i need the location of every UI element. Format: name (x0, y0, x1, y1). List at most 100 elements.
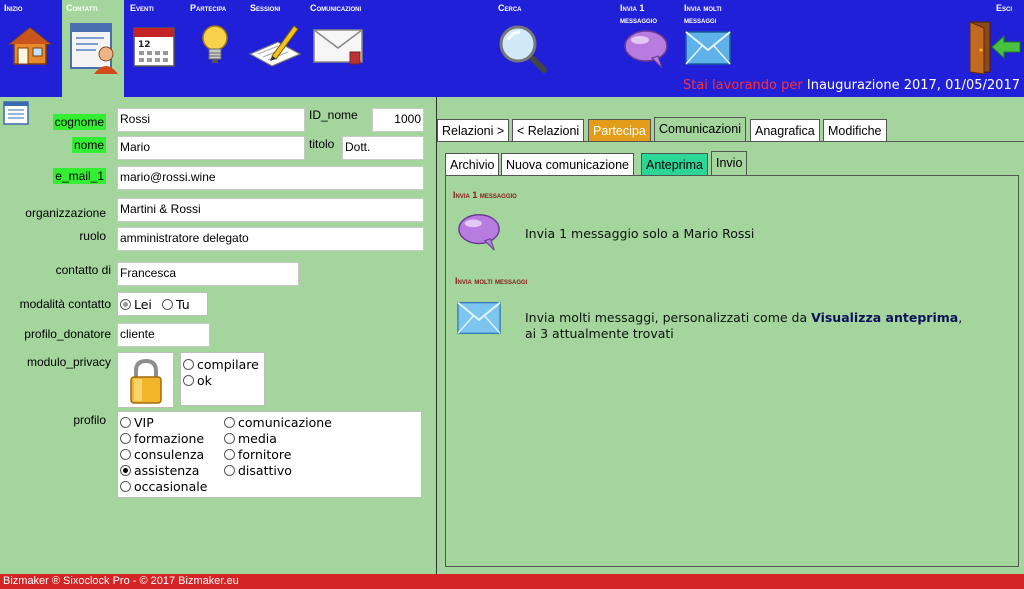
nav-invia-1-messaggio[interactable]: Invia 1 messaggio (616, 0, 678, 97)
privacy-compilare-option[interactable]: compilare (183, 357, 259, 372)
radio-formazione[interactable] (120, 433, 131, 444)
radio-assistenza[interactable] (120, 465, 131, 476)
id-nome-label: ID_nome (309, 108, 358, 122)
titolo-field[interactable]: Dott. (342, 136, 424, 160)
nav-inviamolti-label-2: messaggi (684, 15, 717, 25)
radio-occasionale[interactable] (120, 481, 131, 492)
nav-eventi[interactable]: Eventi 12 (126, 0, 184, 97)
profilo-comunicazione-option[interactable]: comunicazione (224, 415, 332, 430)
contatto-di-label: contatto di (55, 263, 111, 277)
profilo-disattivo-option[interactable]: disattivo (224, 463, 292, 478)
profilo-occasionale-label: occasionale (134, 479, 208, 494)
cognome-label: cognome (52, 114, 106, 130)
profilo-media-option[interactable]: media (224, 431, 277, 446)
tab-comunicazioni[interactable]: Comunicazioni (654, 117, 746, 142)
invia-molti-text-post: , (958, 310, 963, 325)
profilo-group: VIP formazione consulenza assistenza occ… (117, 411, 422, 498)
tab-anteprima[interactable]: Anteprima (641, 153, 708, 175)
blue-envelope-icon (685, 31, 731, 65)
email-field[interactable]: mario@rossi.wine (117, 166, 424, 190)
nav-contatti-label: Contatti (66, 3, 98, 13)
profilo-occasionale-option[interactable]: occasionale (120, 479, 207, 494)
profilo-donatore-field[interactable]: cliente (117, 323, 210, 347)
tab-archivio[interactable]: Archivio (445, 153, 500, 175)
nav-partecipa[interactable]: Partecipa (186, 0, 244, 97)
radio-fornitore[interactable] (224, 449, 235, 460)
profilo-fornitore-label: fornitore (238, 447, 292, 462)
nav-sessioni[interactable]: Sessioni (246, 0, 304, 97)
house-icon (7, 27, 53, 65)
nav-inizio-label: Inizio (4, 3, 23, 13)
nav-invia1-label-2: messaggio (620, 15, 658, 25)
profilo-formazione-option[interactable]: formazione (120, 431, 204, 446)
status-line: Stai lavorando per Inaugurazione 2017, 0… (683, 78, 1020, 93)
contatto-di-field[interactable]: Francesca (117, 262, 299, 286)
tab-modifiche[interactable]: Modifiche (823, 119, 887, 141)
invia-1-text[interactable]: Invia 1 messaggio solo a Mario Rossi (525, 226, 754, 242)
modalita-tu-option[interactable]: Tu (162, 297, 190, 312)
nome-field[interactable]: Mario (117, 136, 305, 160)
nav-comunicazioni[interactable]: Comunicazioni (306, 0, 396, 97)
profilo-donatore-label: profilo_donatore (24, 327, 111, 341)
pen-paper-icon (248, 25, 302, 67)
nav-invia1-label-1: Invia 1 (620, 3, 645, 13)
tab-relazioni-next[interactable]: Relazioni > (437, 119, 510, 141)
radio-tu[interactable] (162, 299, 173, 310)
radio-compilare[interactable] (183, 359, 194, 370)
modulo-privacy-group: compilare ok (180, 352, 265, 406)
invia-molti-text-pre: Invia molti messaggi, personalizzati com… (525, 310, 808, 325)
lightbulb-icon (202, 25, 228, 63)
radio-ok[interactable] (183, 375, 194, 386)
profilo-vip-option[interactable]: VIP (120, 415, 154, 430)
modalita-lei-option[interactable]: Lei (120, 297, 152, 312)
tab-anagrafica[interactable]: Anagrafica (750, 119, 820, 141)
email-label: e_mail_1 (53, 168, 106, 184)
magnifier-icon (499, 25, 547, 73)
footer: Bizmaker ® Sixoclock Pro - © 2017 Bizmak… (0, 574, 1024, 589)
speech-bubble-icon[interactable] (456, 211, 502, 253)
radio-consulenza[interactable] (120, 449, 131, 460)
visualizza-anteprima-link[interactable]: Visualizza anteprima (811, 310, 958, 325)
tab-nuova-comunicazione[interactable]: Nuova comunicazione (501, 153, 634, 175)
ruolo-label: ruolo (79, 229, 106, 243)
profilo-consulenza-option[interactable]: consulenza (120, 447, 204, 462)
tab-partecipa[interactable]: Partecipa (588, 119, 651, 141)
nav-sessioni-label: Sessioni (250, 3, 281, 13)
cognome-field[interactable]: Rossi (117, 108, 305, 132)
id-nome-field[interactable]: 1000 (372, 108, 424, 132)
nav-contatti[interactable]: Contatti (62, 0, 124, 97)
profilo-media-label: media (238, 431, 277, 446)
radio-media[interactable] (224, 433, 235, 444)
calendar-icon: 12 (133, 27, 175, 67)
nav-esci-label: Esci (996, 3, 1013, 13)
tab-invio[interactable]: Invio (711, 151, 748, 176)
invia-molti-text[interactable]: Invia molti messaggi, personalizzati com… (525, 310, 1005, 342)
profilo-consulenza-label: consulenza (134, 447, 205, 462)
radio-comunicazione[interactable] (224, 417, 235, 428)
invia-molti-section-title: Invia molti messaggi (455, 276, 528, 286)
tab-relazioni-prev[interactable]: < Relazioni (512, 119, 585, 141)
nav-partecipa-label: Partecipa (190, 3, 227, 13)
profilo-assistenza-option[interactable]: assistenza (120, 463, 199, 478)
ruolo-field[interactable]: amministratore delegato (117, 227, 424, 251)
radio-vip[interactable] (120, 417, 131, 428)
organizzazione-field[interactable]: Martini & Rossi (117, 198, 424, 222)
invia-1-section-title: Invia 1 messaggio (453, 190, 517, 200)
radio-lei[interactable] (120, 299, 131, 310)
privacy-compilare-label: compilare (197, 357, 259, 372)
nav-cerca[interactable]: Cerca (494, 0, 554, 97)
nav-eventi-label: Eventi (130, 3, 154, 13)
modulo-privacy-label: modulo_privacy (26, 355, 111, 369)
profilo-assistenza-label: assistenza (134, 463, 200, 478)
exit-door-icon (969, 21, 1021, 75)
profilo-fornitore-option[interactable]: fornitore (224, 447, 291, 462)
nav-inizio[interactable]: Inizio (0, 0, 60, 97)
blue-envelope-icon[interactable] (456, 300, 502, 336)
list-view-icon[interactable] (3, 101, 29, 125)
modalita-contatto-label: modalità contatto (19, 297, 111, 311)
profilo-label: profilo (73, 413, 106, 427)
profilo-comunicazione-label: comunicazione (238, 415, 332, 430)
radio-disattivo[interactable] (224, 465, 235, 476)
privacy-ok-option[interactable]: ok (183, 373, 212, 388)
status-prefix: Stai lavorando per (682, 78, 803, 93)
